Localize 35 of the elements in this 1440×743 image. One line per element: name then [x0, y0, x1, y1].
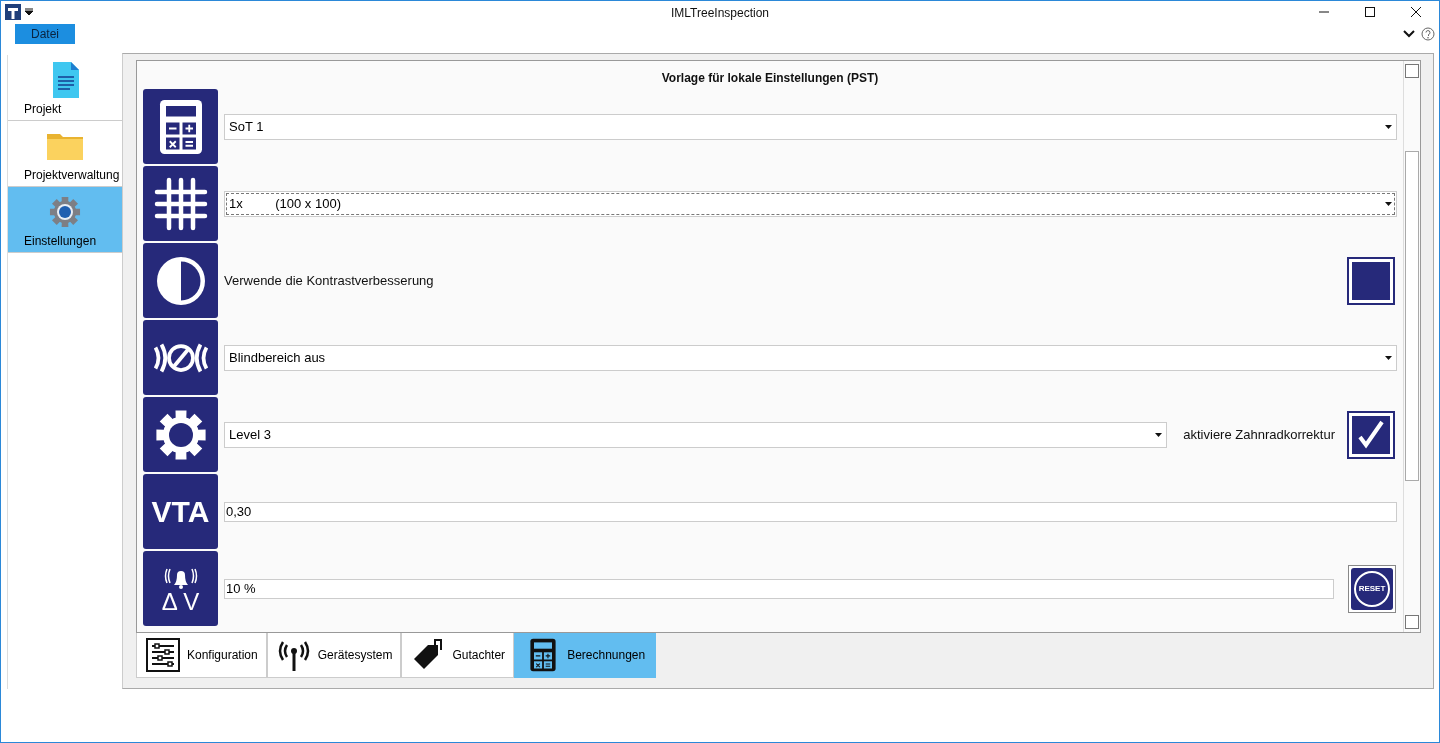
window-title: IMLTreeInspection [670, 6, 769, 20]
icon-label: Δ V [161, 588, 200, 615]
reset-button[interactable]: RESET [1348, 564, 1396, 613]
dropdown[interactable]: Level 3 [224, 421, 1168, 448]
tab[interactable]: Berechnungen [514, 633, 657, 678]
chevron-down-icon[interactable] [1403, 30, 1415, 38]
scroll-up-button[interactable] [1405, 64, 1419, 78]
checkbox-label: Verwende die Kontrastverbesserung [224, 273, 435, 288]
checkbox-label: aktiviere Zahnradkorrektur [1183, 427, 1335, 442]
sliders-icon [145, 637, 181, 673]
dropdown[interactable]: Blindbereich aus [224, 344, 1397, 371]
dropdown[interactable]: 1x (100 x 100) [224, 190, 1397, 217]
tab[interactable]: Gutachter [401, 633, 515, 678]
caret-icon [1385, 355, 1392, 360]
panel-title: Vorlage für lokale Einstellungen (PST) [661, 71, 879, 85]
sidebar-item[interactable]: Einstellungen [8, 187, 122, 253]
help-icon[interactable] [1421, 27, 1435, 41]
app-icon[interactable] [5, 4, 21, 20]
tab[interactable]: Gerätesystem [266, 633, 402, 678]
caret-icon [1385, 124, 1392, 129]
input-field[interactable]: 10 % [224, 578, 1334, 599]
caret-icon [1385, 201, 1392, 206]
maximize-icon [1365, 7, 1375, 17]
close-icon [1411, 7, 1421, 17]
icon-label: VTA [151, 494, 210, 529]
input-field[interactable]: 0,30 [224, 501, 1397, 522]
scroll-down-button[interactable] [1405, 615, 1419, 629]
scrollbar-thumb[interactable] [1405, 151, 1419, 481]
menu-item[interactable]: Datei [15, 24, 75, 44]
dropdown-arrow-icon[interactable] [24, 7, 34, 17]
checkbox[interactable] [1349, 258, 1393, 303]
dropdown[interactable]: SoT 1 [224, 113, 1397, 140]
caret-icon [1155, 432, 1163, 437]
checkbox[interactable] [1349, 412, 1393, 457]
tab[interactable]: Konfiguration [136, 633, 267, 678]
